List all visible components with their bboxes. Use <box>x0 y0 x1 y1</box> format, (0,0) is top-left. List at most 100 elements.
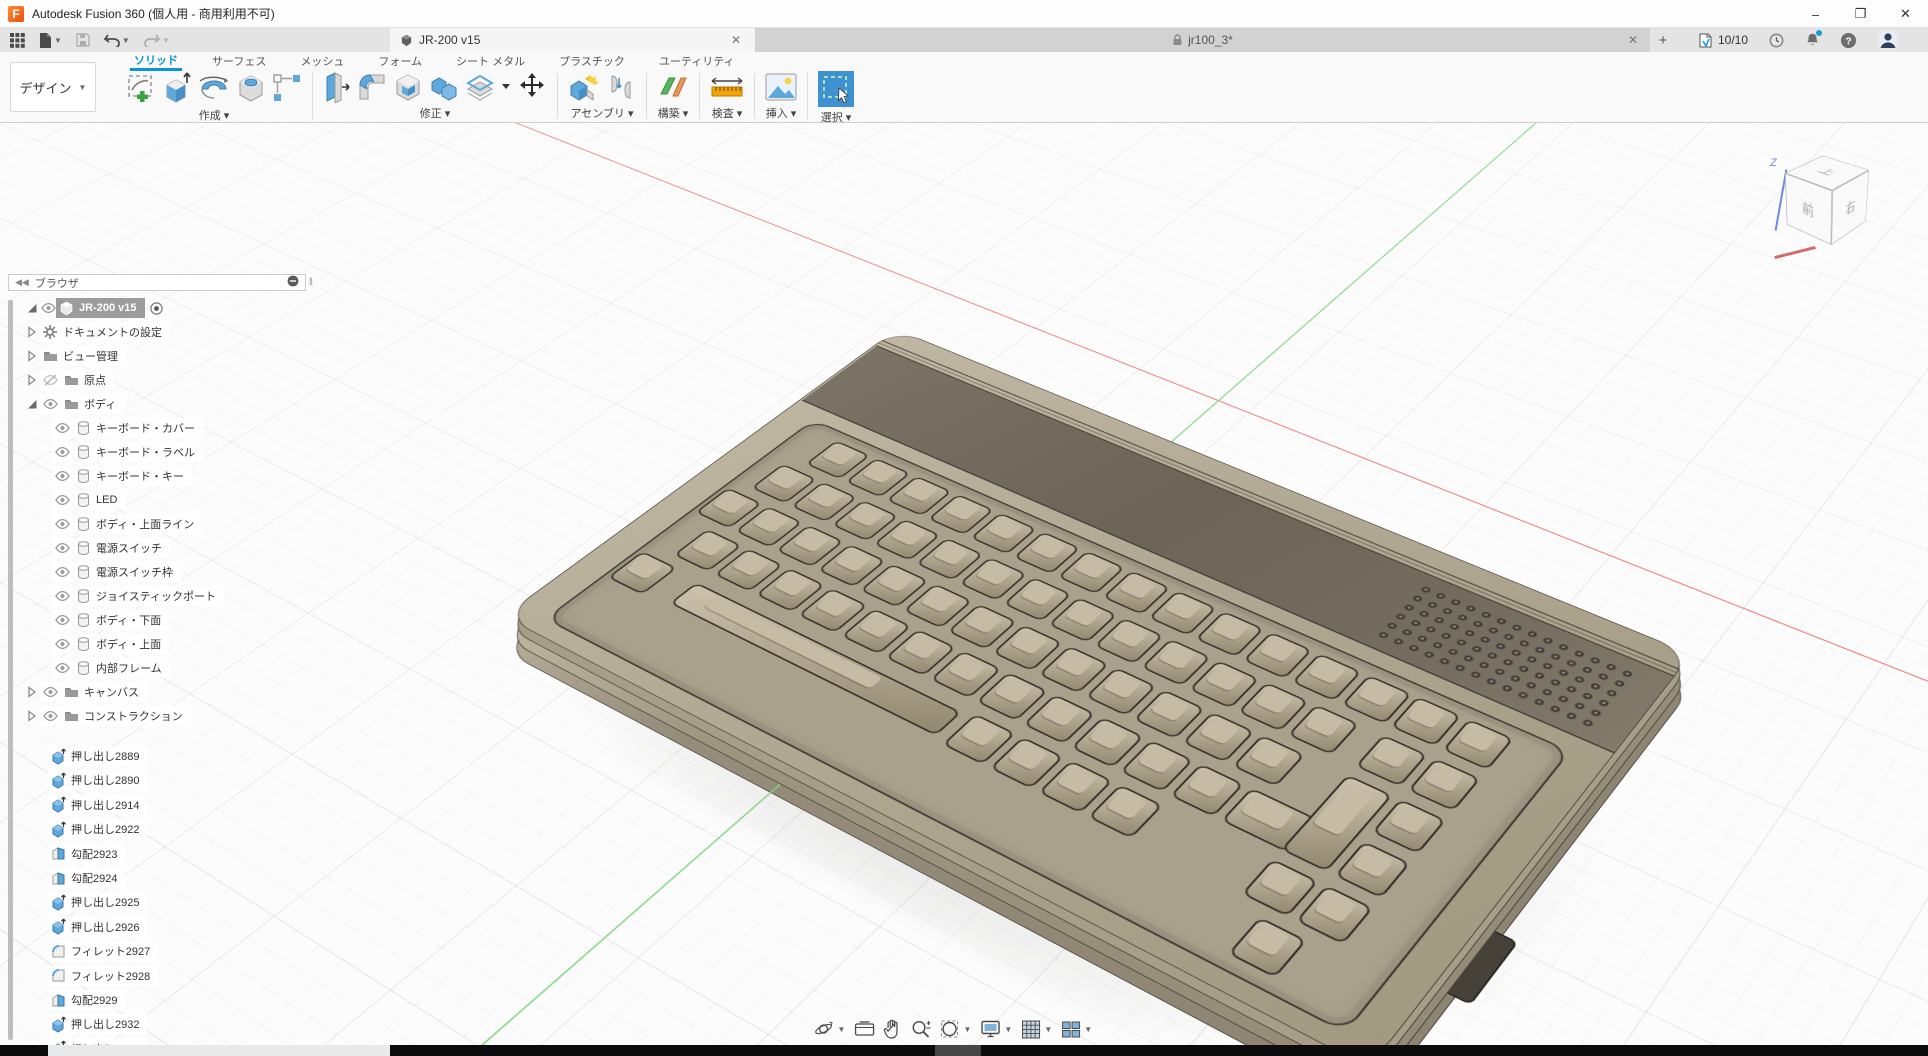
more-caret-icon[interactable] <box>501 83 511 91</box>
feature-item[interactable]: 勾配2923 <box>48 844 125 864</box>
feature-item[interactable]: 押し出し2925 <box>48 892 147 912</box>
job-status[interactable]: 10/10 <box>1698 33 1748 48</box>
new-tab-button[interactable]: + <box>1650 32 1676 49</box>
group-label[interactable]: アセンブリ ▾ <box>570 105 633 121</box>
zoom-icon[interactable] <box>910 1019 930 1039</box>
extrude-icon[interactable] <box>162 71 192 105</box>
design-menu-button[interactable]: デザイン▼ <box>10 62 96 112</box>
redo-icon[interactable]: ▼ <box>144 33 170 47</box>
eye-visible-icon[interactable] <box>54 423 70 433</box>
tree-item[interactable]: 原点 <box>40 370 114 390</box>
insert-image-icon[interactable] <box>765 73 797 101</box>
feature-item[interactable]: 押し出し2914 <box>48 795 147 815</box>
tree-item[interactable]: LED <box>52 490 125 510</box>
pattern-icon[interactable] <box>272 73 302 103</box>
tree-item[interactable]: ボディ・上面ライン <box>52 514 202 534</box>
eye-visible-icon[interactable] <box>54 615 70 625</box>
notifications-bell-icon[interactable] <box>1805 32 1820 48</box>
eye-visible-icon[interactable] <box>54 495 70 505</box>
eye-visible-icon[interactable] <box>54 471 70 481</box>
create-sketch-icon[interactable] <box>126 73 156 103</box>
combine-icon[interactable] <box>429 72 459 102</box>
eye-visible-icon[interactable] <box>40 303 56 313</box>
tab-close-icon[interactable]: ✕ <box>1624 33 1642 47</box>
measure-icon[interactable] <box>710 73 744 101</box>
tab-close-icon[interactable]: ✕ <box>727 33 745 47</box>
expander-icon[interactable] <box>24 398 40 410</box>
ribbon-tab-5[interactable]: プラスチック <box>555 52 629 70</box>
expander-icon[interactable] <box>24 374 40 386</box>
new-component-icon[interactable] <box>568 72 600 102</box>
ribbon-tab-2[interactable]: メッシュ <box>296 52 348 70</box>
doc-tab-jr100[interactable]: jr100_3* ✕ <box>755 28 1650 52</box>
file-new-icon[interactable]: ▼ <box>39 33 62 48</box>
doc-tab-jr200[interactable]: JR-200 v15 ✕ <box>390 28 755 52</box>
help-icon[interactable]: ? <box>1840 32 1857 49</box>
eye-visible-icon[interactable] <box>42 687 58 697</box>
view-cube[interactable]: Z 上 前 右 <box>1752 141 1882 261</box>
tree-item[interactable]: ドキュメントの設定 <box>40 322 170 342</box>
undo-icon[interactable]: ▼ <box>104 33 130 47</box>
feature-item[interactable]: 押し出し2932 <box>48 1014 147 1034</box>
feature-item[interactable]: 勾配2929 <box>48 990 125 1010</box>
eye-visible-icon[interactable] <box>54 543 70 553</box>
root-component[interactable]: JR-200 v15 <box>56 298 145 318</box>
tree-item[interactable]: 内部フレーム <box>52 658 170 678</box>
orbit-icon[interactable]: ▼ <box>814 1019 846 1039</box>
ribbon-tab-1[interactable]: サーフェス <box>208 52 270 70</box>
eye-visible-icon[interactable] <box>54 519 70 529</box>
eye-visible-icon[interactable] <box>42 711 58 721</box>
tree-item[interactable]: ビュー管理 <box>40 346 126 366</box>
display-settings-icon[interactable]: ▼ <box>980 1020 1012 1038</box>
hole-icon[interactable] <box>236 73 266 103</box>
eye-visible-icon[interactable] <box>54 663 70 673</box>
group-label[interactable]: 挿入 ▾ <box>766 105 797 121</box>
construct-plane-icon[interactable] <box>657 72 689 102</box>
expander-icon[interactable] <box>24 350 40 362</box>
shell-icon[interactable] <box>393 72 423 102</box>
tree-item[interactable]: キーボード・ラベル <box>52 442 203 462</box>
eye-visible-icon[interactable] <box>54 639 70 649</box>
viewports-icon[interactable]: ▼ <box>1061 1021 1092 1038</box>
fillet-icon[interactable] <box>357 72 387 102</box>
user-avatar[interactable] <box>1877 29 1899 51</box>
feature-item[interactable]: 押し出し2889 <box>48 746 147 766</box>
select-box-icon[interactable] <box>818 71 854 107</box>
joint-icon[interactable] <box>606 72 636 102</box>
group-label[interactable]: 検査 ▾ <box>712 105 743 121</box>
panel-options-icon[interactable] <box>287 275 299 290</box>
save-icon[interactable] <box>76 33 90 47</box>
tree-item[interactable]: キーボード・キー <box>52 466 192 486</box>
tree-item[interactable]: ボディ・下面 <box>52 610 169 630</box>
expander-icon[interactable] <box>24 686 40 698</box>
pan-icon[interactable] <box>883 1019 901 1039</box>
feature-item[interactable]: フィレット2927 <box>48 941 158 961</box>
move-icon[interactable] <box>517 72 547 102</box>
feature-item[interactable]: 押し出し2926 <box>48 917 147 937</box>
feature-item[interactable]: 勾配2924 <box>48 868 125 888</box>
minimize-button[interactable]: – <box>1793 0 1838 28</box>
eye-visible-icon[interactable] <box>54 567 70 577</box>
eye-visible-icon[interactable] <box>54 447 70 457</box>
expander-icon[interactable] <box>24 326 40 338</box>
close-button[interactable]: ✕ <box>1883 0 1928 28</box>
collapse-panel-icon[interactable]: ◀◀ <box>15 277 29 288</box>
ribbon-tab-6[interactable]: ユーティリティ <box>655 52 739 70</box>
press-pull-icon[interactable] <box>323 71 351 103</box>
group-label[interactable]: 構築 ▾ <box>658 105 689 121</box>
tree-item[interactable]: ボディ・上面 <box>52 634 169 654</box>
eye-visible-icon[interactable] <box>54 591 70 601</box>
clock-icon[interactable] <box>1768 32 1785 49</box>
expander-icon[interactable] <box>24 302 40 314</box>
ribbon-tab-4[interactable]: シート メタル <box>452 52 529 70</box>
tree-item[interactable]: キーボード・カバー <box>52 418 203 438</box>
activate-radio-icon[interactable] <box>149 302 165 315</box>
feature-item[interactable]: フィレット2928 <box>48 966 158 986</box>
eye-visible-icon[interactable] <box>42 399 58 409</box>
tree-item[interactable]: 電源スイッチ枠 <box>52 562 181 582</box>
grid-snap-icon[interactable]: ▼ <box>1021 1020 1052 1039</box>
feature-item[interactable]: 押し出し2890 <box>48 770 147 790</box>
group-label[interactable]: 修正 ▾ <box>420 105 451 121</box>
expander-icon[interactable] <box>24 710 40 722</box>
look-at-icon[interactable] <box>854 1021 874 1037</box>
